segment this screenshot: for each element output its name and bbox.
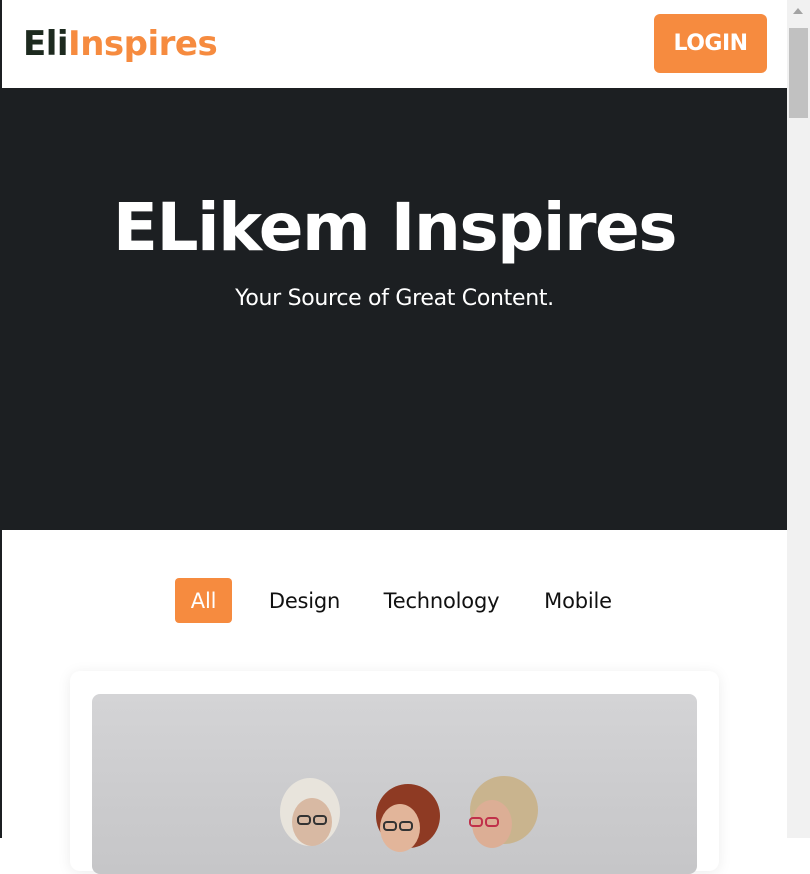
category-filters: All Design Technology Mobile — [2, 578, 787, 623]
site-header: EliInspires LOGIN — [2, 0, 787, 88]
scroll-up-arrow-icon[interactable] — [793, 8, 803, 14]
hero-subtitle: Your Source of Great Content. — [235, 286, 554, 311]
three-women-photo-icon — [280, 776, 538, 852]
filter-mobile[interactable]: Mobile — [532, 578, 624, 623]
logo-text-eli: Eli — [23, 24, 69, 64]
filter-all[interactable]: All — [175, 578, 232, 623]
hero-banner: ELikem Inspires Your Source of Great Con… — [2, 88, 787, 530]
scroll-thumb[interactable] — [789, 28, 808, 118]
hero-title: ELikem Inspires — [112, 189, 678, 266]
login-button[interactable]: LOGIN — [654, 14, 767, 73]
site-logo[interactable]: EliInspires — [23, 22, 218, 66]
post-card[interactable] — [70, 671, 719, 874]
vertical-scrollbar[interactable] — [787, 0, 810, 838]
filter-technology[interactable]: Technology — [369, 578, 514, 623]
filter-design[interactable]: Design — [257, 578, 352, 623]
logo-text-inspires: Inspires — [68, 24, 218, 64]
post-image[interactable] — [92, 694, 697, 874]
